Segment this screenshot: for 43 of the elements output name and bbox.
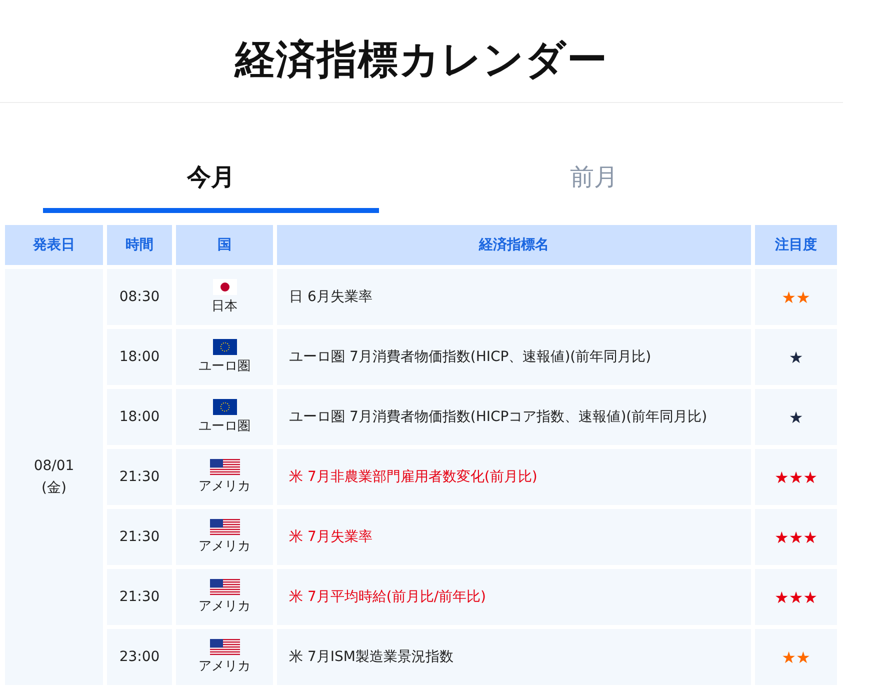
page-title: 経済指標カレンダー <box>0 0 843 103</box>
importance-rating: ★ <box>788 408 804 426</box>
flag-icon <box>212 399 236 415</box>
column-header: 経済指標名 <box>277 225 751 265</box>
importance-rating: ★★ <box>782 288 810 306</box>
flag-icon <box>212 339 236 355</box>
time-cell: 21:30 <box>107 449 172 505</box>
flag-icon <box>210 579 240 595</box>
importance-rating: ★★★ <box>774 468 818 486</box>
column-header: 時間 <box>107 225 172 265</box>
country-name: アメリカ <box>198 658 250 675</box>
tab[interactable]: 今月 <box>43 153 379 213</box>
column-header: 発表日 <box>5 225 103 265</box>
time-cell: 23:00 <box>107 629 172 685</box>
country-name: アメリカ <box>198 598 250 615</box>
importance-rating: ★★★ <box>774 588 818 606</box>
flag-icon <box>212 279 236 295</box>
flag-icon <box>210 519 240 535</box>
importance-rating: ★★★ <box>774 528 818 546</box>
time-cell: 08:30 <box>107 269 172 325</box>
indicator-name: 米 7月ISM製造業景況指数 <box>277 629 751 685</box>
country-name: 日本 <box>212 298 238 315</box>
indicator-name: 米 7月失業率 <box>277 509 751 565</box>
indicator-name: ユーロ圏 7月消費者物価指数(HICP、速報値)(前年同月比) <box>277 329 751 385</box>
country-name: アメリカ <box>198 538 250 555</box>
importance-rating: ★ <box>788 348 804 366</box>
time-cell: 18:00 <box>107 389 172 445</box>
flag-icon <box>210 459 240 475</box>
indicator-name: 日 6月失業率 <box>277 269 751 325</box>
indicator-name: 米 7月非農業部門雇用者数変化(前月比) <box>277 449 751 505</box>
time-cell: 21:30 <box>107 569 172 625</box>
country-name: ユーロ圏 <box>198 418 250 435</box>
indicator-name: ユーロ圏 7月消費者物価指数(HICPコア指数、速報値)(前年同月比) <box>277 389 751 445</box>
column-header: 国 <box>176 225 273 265</box>
time-cell: 18:00 <box>107 329 172 385</box>
flag-icon <box>210 639 240 655</box>
date-cell: 08/01 (金) <box>5 269 103 685</box>
country-name: ユーロ圏 <box>198 358 250 375</box>
column-header: 注目度 <box>755 225 837 265</box>
importance-rating: ★★ <box>782 648 810 666</box>
time-cell: 21:30 <box>107 509 172 565</box>
indicator-name: 米 7月平均時給(前月比/前年比) <box>277 569 751 625</box>
country-name: アメリカ <box>198 478 250 495</box>
